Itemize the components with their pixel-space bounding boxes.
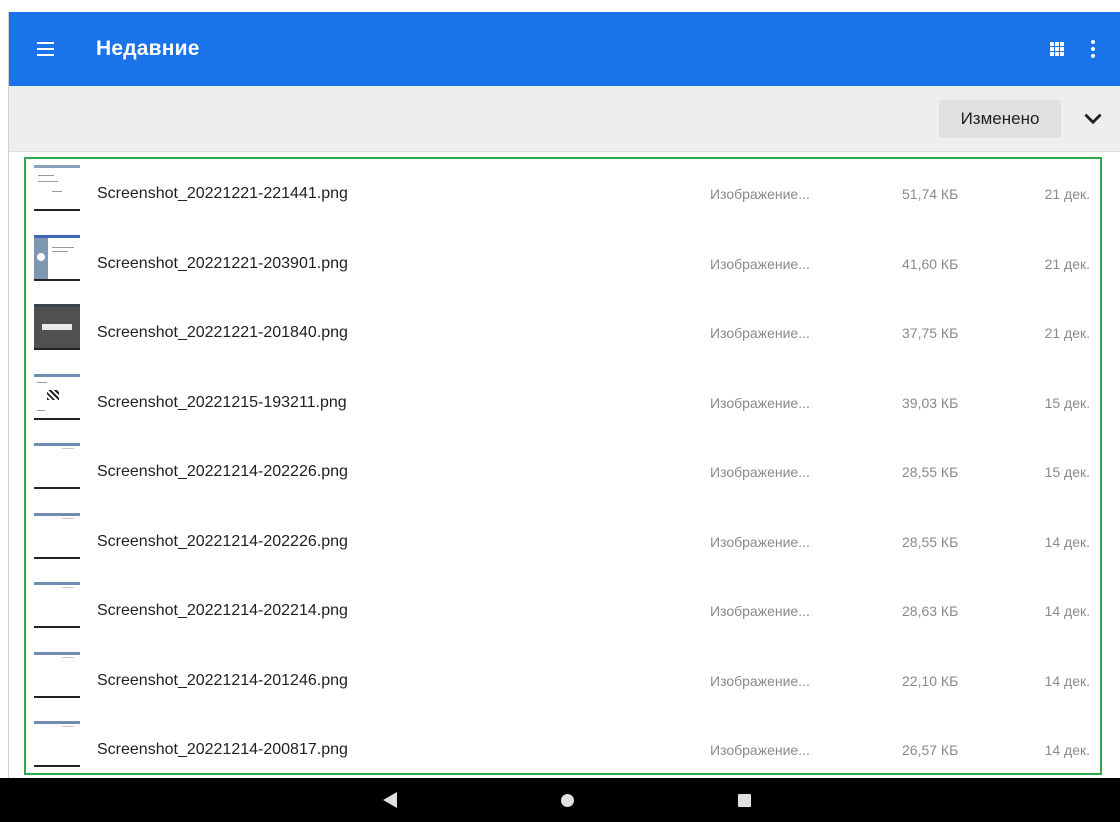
- file-date: 21 дек.: [1044, 185, 1090, 202]
- file-type: Изображение...: [710, 185, 810, 202]
- file-type: Изображение...: [710, 741, 810, 758]
- file-thumbnail-icon: [34, 235, 80, 281]
- file-name: Screenshot_20221215-193211.png: [97, 393, 347, 411]
- file-name: Screenshot_20221214-201246.png: [97, 671, 348, 689]
- file-name: Screenshot_20221221-203901.png: [97, 254, 348, 272]
- file-name: Screenshot_20221221-221441.png: [97, 184, 348, 202]
- menu-icon[interactable]: [37, 37, 63, 61]
- sort-by-button[interactable]: Изменено: [939, 100, 1061, 138]
- file-size: 28,63 КБ: [902, 602, 959, 619]
- file-thumbnail-icon: [34, 443, 80, 489]
- system-nav-bar: [0, 778, 1120, 822]
- file-name: Screenshot_20221221-201840.png: [97, 323, 348, 341]
- file-row[interactable]: Screenshot_20221214-200817.png Изображени…: [26, 715, 1100, 773]
- file-date: 14 дек.: [1044, 533, 1090, 550]
- file-row[interactable]: Screenshot_20221214-201246.png Изображени…: [26, 646, 1100, 715]
- file-row[interactable]: Screenshot_20221221-221441.png Изображени…: [26, 159, 1100, 228]
- file-list: Screenshot_20221221-221441.png Изображени…: [24, 157, 1102, 775]
- more-vert-icon[interactable]: [1082, 38, 1104, 60]
- file-thumbnail-icon: [34, 721, 80, 767]
- file-name: Screenshot_20221214-200817.png: [97, 740, 348, 758]
- file-row[interactable]: Screenshot_20221221-201840.png Изображени…: [26, 298, 1100, 367]
- window-left-edge: [0, 12, 9, 782]
- file-date: 14 дек.: [1044, 602, 1090, 619]
- recents-icon[interactable]: [738, 794, 751, 807]
- file-type: Изображение...: [710, 324, 810, 341]
- file-thumbnail-icon: [34, 304, 80, 350]
- page-title: Недавние: [96, 37, 200, 60]
- app-bar-actions: [1046, 38, 1104, 60]
- file-thumbnail-icon: [34, 652, 80, 698]
- file-date: 15 дек.: [1044, 394, 1090, 411]
- file-type: Изображение...: [710, 602, 810, 619]
- file-size: 41,60 КБ: [902, 255, 959, 272]
- file-type: Изображение...: [710, 533, 810, 550]
- file-thumbnail-icon: [34, 582, 80, 628]
- file-type: Изображение...: [710, 463, 810, 480]
- file-row[interactable]: Screenshot_20221214-202226.png Изображени…: [26, 437, 1100, 506]
- file-row[interactable]: Screenshot_20221215-193211.png Изображени…: [26, 368, 1100, 437]
- file-size: 22,10 КБ: [902, 672, 959, 689]
- grid-view-icon[interactable]: [1046, 38, 1068, 60]
- home-icon[interactable]: [561, 794, 574, 807]
- file-date: 14 дек.: [1044, 741, 1090, 758]
- app-bar: Недавние: [9, 12, 1120, 86]
- sort-bar: Изменено: [9, 86, 1120, 152]
- file-row[interactable]: Screenshot_20221214-202214.png Изображени…: [26, 576, 1100, 645]
- file-type: Изображение...: [710, 672, 810, 689]
- file-size: 37,75 КБ: [902, 324, 959, 341]
- file-date: 21 дек.: [1044, 255, 1090, 272]
- file-thumbnail-icon: [34, 165, 80, 211]
- chevron-down-icon[interactable]: [1080, 106, 1106, 132]
- file-name: Screenshot_20221214-202214.png: [97, 601, 348, 619]
- file-thumbnail-icon: [34, 513, 80, 559]
- file-thumbnail-icon: [34, 374, 80, 420]
- file-name: Screenshot_20221214-202226.png: [97, 532, 348, 550]
- file-date: 21 дек.: [1044, 324, 1090, 341]
- back-icon[interactable]: [383, 792, 397, 808]
- file-date: 14 дек.: [1044, 672, 1090, 689]
- file-size: 28,55 КБ: [902, 533, 959, 550]
- file-type: Изображение...: [710, 255, 810, 272]
- file-row[interactable]: Screenshot_20221221-203901.png Изображени…: [26, 229, 1100, 298]
- file-type: Изображение...: [710, 394, 810, 411]
- file-row[interactable]: Screenshot_20221214-202226.png Изображени…: [26, 507, 1100, 576]
- file-size: 51,74 КБ: [902, 185, 959, 202]
- file-size: 26,57 КБ: [902, 741, 959, 758]
- file-size: 39,03 КБ: [902, 394, 959, 411]
- file-name: Screenshot_20221214-202226.png: [97, 462, 348, 480]
- file-date: 15 дек.: [1044, 463, 1090, 480]
- file-size: 28,55 КБ: [902, 463, 959, 480]
